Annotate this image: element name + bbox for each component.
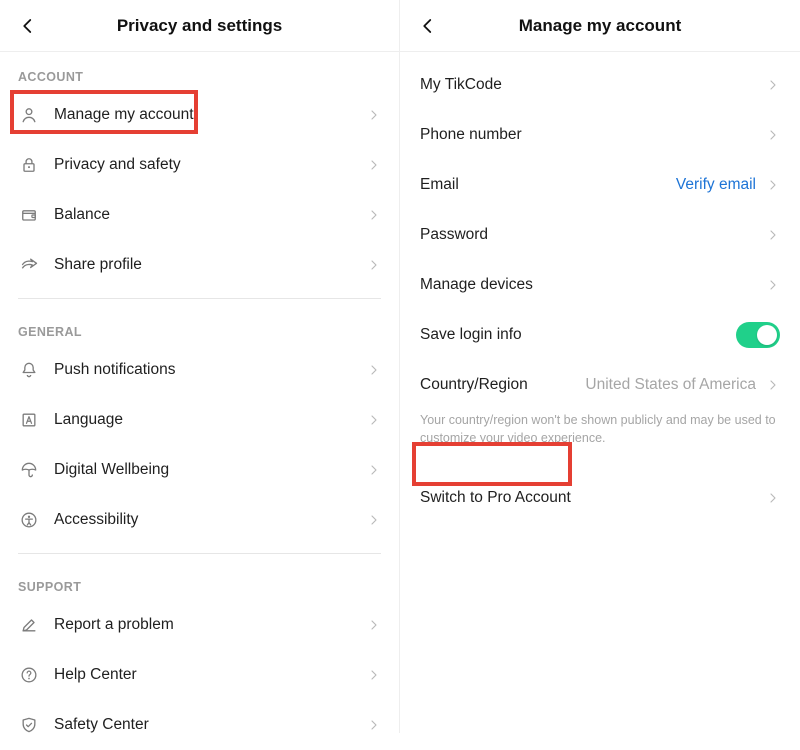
row-label: Safety Center [54,716,367,734]
row-label: Share profile [54,256,367,274]
chevron-right-icon [367,259,381,271]
row-label: Country/Region [420,376,585,394]
row-share-profile[interactable]: Share profile [0,240,399,290]
pencil-icon [18,614,40,636]
row-password[interactable]: Password [400,210,800,260]
row-label: Password [420,226,766,244]
row-help-center[interactable]: Help Center [0,650,399,700]
row-label: Report a problem [54,616,367,634]
divider [18,298,381,299]
row-phone-number[interactable]: Phone number [400,110,800,160]
person-icon [18,104,40,126]
back-button-right[interactable] [414,12,442,40]
chevron-right-icon [367,514,381,526]
row-label: Switch to Pro Account [420,489,766,507]
chevron-right-icon [367,619,381,631]
chevron-right-icon [367,159,381,171]
chevron-right-icon [367,669,381,681]
question-icon [18,664,40,686]
share-icon [18,254,40,276]
row-country-region[interactable]: Country/Region United States of America [400,360,800,410]
chevron-left-icon [419,17,437,35]
chevron-right-icon [766,229,780,241]
row-report-problem[interactable]: Report a problem [0,600,399,650]
chevron-right-icon [766,279,780,291]
chevron-right-icon [766,129,780,141]
chevron-right-icon [766,492,780,504]
row-label: My TikCode [420,76,766,94]
row-privacy-and-safety[interactable]: Privacy and safety [0,140,399,190]
row-push-notifications[interactable]: Push notifications [0,345,399,395]
row-email[interactable]: Email Verify email [400,160,800,210]
chevron-right-icon [367,464,381,476]
language-icon [18,409,40,431]
row-label: Manage devices [420,276,766,294]
row-my-tikcode[interactable]: My TikCode [400,60,800,110]
row-safety-center[interactable]: Safety Center [0,700,399,750]
header-left: Privacy and settings [0,0,399,52]
row-manage-devices[interactable]: Manage devices [400,260,800,310]
page-title-right: Manage my account [519,16,682,36]
row-label: Phone number [420,126,766,144]
row-language[interactable]: Language [0,395,399,445]
settings-pane: Privacy and settings ACCOUNT Manage my a… [0,0,400,733]
chevron-right-icon [367,364,381,376]
chevron-left-icon [19,17,37,35]
chevron-right-icon [766,179,780,191]
row-value: United States of America [585,376,756,394]
row-value: Verify email [676,176,756,194]
section-heading-general: GENERAL [0,307,399,345]
row-label: Push notifications [54,361,367,379]
row-accessibility[interactable]: Accessibility [0,495,399,545]
chevron-right-icon [367,719,381,731]
row-save-login-info[interactable]: Save login info [400,310,800,360]
row-label: Digital Wellbeing [54,461,367,479]
manage-account-pane: Manage my account My TikCode Phone numbe… [400,0,800,733]
chevron-right-icon [766,79,780,91]
section-heading-support: SUPPORT [0,562,399,600]
row-label: Balance [54,206,367,224]
chevron-right-icon [766,379,780,391]
page-title-left: Privacy and settings [117,16,282,36]
back-button-left[interactable] [14,12,42,40]
row-label: Language [54,411,367,429]
lock-icon [18,154,40,176]
accessibility-icon [18,509,40,531]
chevron-right-icon [367,209,381,221]
row-label: Accessibility [54,511,367,529]
divider [18,553,381,554]
row-digital-wellbeing[interactable]: Digital Wellbeing [0,445,399,495]
section-heading-account: ACCOUNT [0,52,399,90]
row-label: Email [420,176,676,194]
row-label: Privacy and safety [54,156,367,174]
wallet-icon [18,204,40,226]
chevron-right-icon [367,109,381,121]
bell-icon [18,359,40,381]
row-label: Manage my account [54,106,367,124]
row-label: Save login info [420,326,736,344]
umbrella-icon [18,459,40,481]
row-switch-pro-account[interactable]: Switch to Pro Account [400,473,800,523]
header-right: Manage my account [400,0,800,52]
chevron-right-icon [367,414,381,426]
row-balance[interactable]: Balance [0,190,399,240]
row-label: Help Center [54,666,367,684]
toggle-knob [757,325,777,345]
row-manage-my-account[interactable]: Manage my account [0,90,399,140]
toggle-save-login[interactable] [736,322,780,348]
country-note: Your country/region won't be shown publi… [400,410,800,459]
